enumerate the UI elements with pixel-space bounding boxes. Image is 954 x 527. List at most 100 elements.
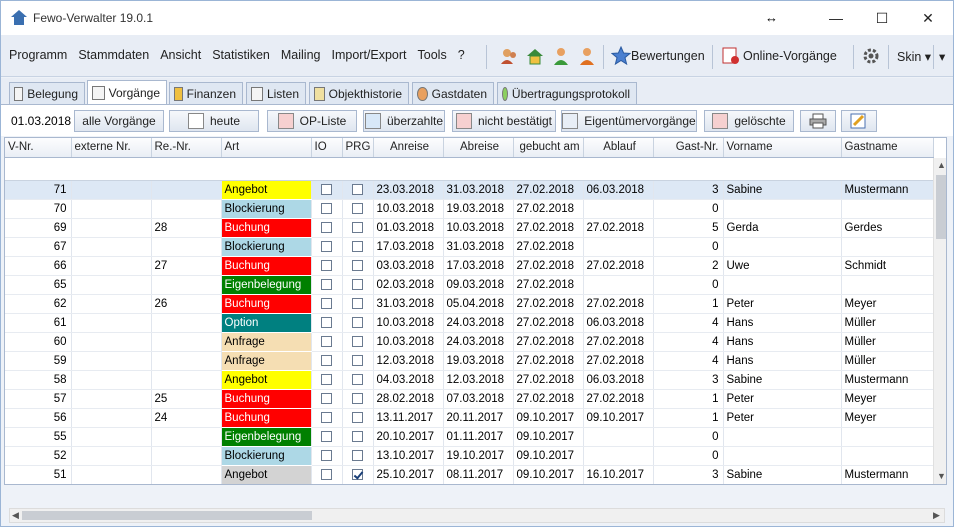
bewertungen-button[interactable]: Bewertungen [631,49,705,63]
io-checkbox[interactable] [321,240,332,252]
io-checkbox[interactable] [321,354,332,366]
toolbar-overflow-button[interactable]: ▾ [939,49,945,64]
io-checkbox[interactable] [321,468,332,480]
star-icon[interactable] [611,46,631,66]
vertical-scrollbar[interactable]: ▲ ▼ [933,158,946,484]
tab-vorgaenge[interactable]: Vorgänge [87,80,167,105]
table-row[interactable]: 52 Blockierung 13.10.2017 19.10.2017 09.10.2… [5,446,934,466]
io-checkbox[interactable] [321,297,332,309]
io-checkbox[interactable] [321,202,332,214]
horizontal-scrollbar[interactable]: ◀ ▶ [9,508,945,523]
io-checkbox[interactable] [321,259,332,271]
ueberzahlte-button[interactable]: überzahlte [363,110,445,132]
io-checkbox[interactable] [321,278,332,290]
col-ablauf[interactable]: Ablauf [583,138,654,158]
menu-statistiken[interactable]: Statistiken [212,48,270,62]
col-vnr[interactable]: V-Nr. [5,138,72,158]
table-row[interactable]: 71 Angebot 23.03.2018 31.03.2018 27.02.2018 0… [5,180,934,200]
table-row[interactable]: 51 Angebot 25.10.2017 08.11.2017 09.10.2017 1… [5,465,934,484]
table-row[interactable]: 59 Anfrage 12.03.2018 19.03.2018 27.02.2018 2… [5,351,934,371]
prg-checkbox[interactable] [352,392,363,404]
table-row[interactable]: 56 24 Buchung 13.11.2017 20.11.2017 09.10.201… [5,408,934,428]
prg-checkbox[interactable] [352,468,363,480]
col-gast-nr[interactable]: Gast-Nr. [653,138,724,158]
resize-icon[interactable]: ↔ [765,10,778,25]
guests-icon[interactable] [499,46,519,66]
tab-objekthistorie[interactable]: Objekthistorie [309,82,409,104]
alle-vorgaenge-button[interactable]: alle Vorgänge [74,110,164,132]
menu-import-export[interactable]: Import/Export [332,48,407,62]
prg-checkbox[interactable] [352,221,363,233]
home-icon[interactable] [525,46,545,66]
table-row[interactable]: 66 27 Buchung 03.03.2018 17.03.2018 27.02.201… [5,256,934,276]
table-row[interactable]: 61 Option 10.03.2018 24.03.2018 27.02.2018 06… [5,313,934,333]
geloeschte-button[interactable]: gelöschte [704,110,794,132]
io-checkbox[interactable] [321,183,332,195]
nicht-bestaetigt-button[interactable]: nicht bestätigt [452,110,556,132]
edit-button[interactable] [841,110,877,132]
tab-listen[interactable]: Listen [246,82,306,104]
menu-mailing[interactable]: Mailing [281,48,321,62]
scroll-down-icon[interactable]: ▼ [937,471,946,481]
col-anreise[interactable]: Anreise [373,138,444,158]
col-prg[interactable]: PRG [342,138,374,158]
table-row[interactable]: 60 Anfrage 10.03.2018 24.03.2018 27.02.2018 2… [5,332,934,352]
col-gastname[interactable]: Gastname [841,138,934,158]
io-checkbox[interactable] [321,221,332,233]
col-re-nr[interactable]: Re.-Nr. [151,138,222,158]
tab-gastdaten[interactable]: Gastdaten [412,82,494,104]
io-checkbox[interactable] [321,449,332,461]
prg-checkbox[interactable] [352,354,363,366]
table-row[interactable]: 58 Angebot 04.03.2018 12.03.2018 27.02.2018 0… [5,370,934,390]
table-row[interactable]: 67 Blockierung 17.03.2018 31.03.2018 27.02.2… [5,237,934,257]
tab-finanzen[interactable]: Finanzen [169,82,243,104]
tab-belegung[interactable]: Belegung [9,82,85,104]
io-checkbox[interactable] [321,392,332,404]
heute-button[interactable]: heute [169,110,259,132]
prg-checkbox[interactable] [352,183,363,195]
op-liste-button[interactable]: OP-Liste [267,110,357,132]
table-row[interactable]: 70 Blockierung 10.03.2018 19.03.2018 27.02.2… [5,199,934,219]
user-green-icon[interactable] [551,46,571,66]
prg-checkbox[interactable] [352,449,363,461]
online-vorgaenge-button[interactable]: Online-Vorgänge [743,49,837,63]
filter-row[interactable] [5,157,934,181]
menu-tools[interactable]: Tools [418,48,447,62]
io-checkbox[interactable] [321,411,332,423]
col-externe-nr[interactable]: externe Nr. [71,138,152,158]
horizontal-scroll-thumb[interactable] [22,511,312,520]
skin-dropdown[interactable]: Skin ▾ [897,49,931,64]
scroll-right-icon[interactable]: ▶ [933,510,940,521]
eigentuemervorgaenge-button[interactable]: Eigentümervorgänge [561,110,697,132]
vertical-scroll-thumb[interactable] [936,175,946,239]
prg-checkbox[interactable] [352,259,363,271]
col-gebucht-am[interactable]: gebucht am [513,138,584,158]
scroll-up-icon[interactable]: ▲ [937,160,946,170]
col-io[interactable]: IO [311,138,343,158]
table-row[interactable]: 57 25 Buchung 28.02.2018 07.03.2018 27.02.201… [5,389,934,409]
io-checkbox[interactable] [321,430,332,442]
maximize-button[interactable]: ☐ [859,1,905,35]
prg-checkbox[interactable] [352,297,363,309]
col-abreise[interactable]: Abreise [443,138,514,158]
tab-uebertragungsprotokoll[interactable]: Übertragungsprotokoll [497,82,637,104]
col-vorname[interactable]: Vorname [723,138,842,158]
print-button[interactable] [800,110,836,132]
prg-checkbox[interactable] [352,430,363,442]
menu-ansicht[interactable]: Ansicht [160,48,201,62]
io-checkbox[interactable] [321,373,332,385]
io-checkbox[interactable] [321,316,332,328]
prg-checkbox[interactable] [352,278,363,290]
io-checkbox[interactable] [321,335,332,347]
prg-checkbox[interactable] [352,373,363,385]
col-art[interactable]: Art [221,138,312,158]
menu-help[interactable]: ? [458,48,465,62]
table-row[interactable]: 55 Eigenbelegung 20.10.2017 01.11.2017 09.10… [5,427,934,447]
menu-programm[interactable]: Programm [9,48,67,62]
menu-stammdaten[interactable]: Stammdaten [78,48,149,62]
close-button[interactable]: ✕ [905,1,951,35]
prg-checkbox[interactable] [352,202,363,214]
table-row[interactable]: 65 Eigenbelegung 02.03.2018 09.03.2018 27.02… [5,275,934,295]
prg-checkbox[interactable] [352,411,363,423]
user-orange-icon[interactable] [577,46,597,66]
